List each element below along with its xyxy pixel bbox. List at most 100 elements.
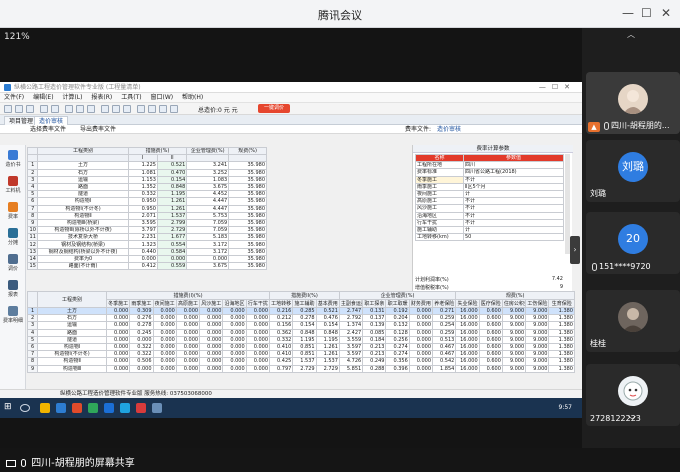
tab-project-management[interactable]: 项目管理 [4,116,39,125]
search-icon[interactable] [101,105,109,113]
print-icon[interactable] [87,105,95,113]
vat-rate-row[interactable]: 增值税税率(%) 9 [415,284,563,291]
settings-icon[interactable] [112,105,120,113]
table-row[interactable]: 1 土方 0.000 0.309 0.000 0.000 0.000 0.000 0.000 0.… [26,306,575,316]
param-row[interactable]: 冬季施工 不计 [415,175,564,184]
app-icon-2[interactable] [88,403,98,413]
param-row[interactable]: 施工辅助计 [415,225,564,235]
table-row[interactable]: 7 构造物Ⅰ(不计冬) 0.000 0.322 0.000 0.000 0.000 0.000… [26,350,575,359]
tab-cost-review[interactable]: 造价审核 [34,116,69,125]
save-icon[interactable] [26,105,34,113]
menu-item[interactable]: 计算(L) [62,94,82,101]
participant-tile[interactable]: ▲ 四川-胡程朋的... [586,72,680,134]
expand-panel-chevron-icon[interactable]: › [570,236,580,264]
table-row[interactable]: 14 费率为0 0.000 0.000 0.000 35.980 [26,254,267,264]
param-row[interactable]: 行车干扰 不计 [415,218,564,227]
table-cell: 0.000 [199,364,224,373]
app-icon-1[interactable] [72,403,82,413]
redo-icon[interactable] [51,105,59,113]
table-row[interactable]: 8 构造物Ⅱ 0.000 0.506 0.000 0.000 0.000 0.000 0.000… [26,357,575,366]
tencent-meeting-icon[interactable] [120,403,130,413]
import-icon[interactable] [170,105,178,113]
table-row[interactable]: 6 构造物Ⅰ 0.000 0.322 0.000 0.000 0.000 0.000 0.000… [26,342,575,352]
app-icon-3[interactable] [104,403,114,413]
chevron-down-icon[interactable]: ﹀ [628,415,636,426]
export-icon[interactable] [159,105,167,113]
table-row[interactable]: 15 路面(不计雨) 0.412 0.559 3.675 35.980 [26,261,267,271]
menu-item[interactable]: 报表(R) [91,94,112,101]
param-row[interactable]: 风沙施工 不计 [415,204,564,213]
profit-rate-row[interactable]: 计划利润率(%) 7.42 [415,276,563,283]
rate-file-name[interactable]: 造价审核 [437,125,461,134]
table-cell: 0.000 [175,342,201,352]
table-row[interactable]: 5 隧道 0.332 1.195 4.452 35.980 [26,190,267,199]
nav-item-cost-book[interactable]: 造价书 [2,150,24,168]
table-row[interactable]: 5 隧道 0.000 0.000 0.000 0.000 0.000 0.000 0.000 0.… [26,335,575,344]
table-row[interactable]: 9 构造物Ⅲ(桥梁) 3.595 2.799 7.059 35.980 [26,218,267,228]
undo-icon[interactable] [40,105,48,113]
minimize-icon[interactable]: — [622,6,634,20]
report-icon[interactable] [76,105,84,113]
nav-item-materials[interactable]: 工料机 [2,176,24,194]
nav-item-allocation[interactable]: 分摊 [2,228,24,246]
nav-item-reports[interactable]: 报表 [2,280,24,298]
table-row[interactable]: 8 构造物Ⅱ 2.071 1.537 5.753 35.980 [26,211,267,220]
nav-item-rate-details[interactable]: 费率明细 [2,306,24,324]
table-row[interactable]: 7 构造物Ⅰ(不计冬) 0.950 1.261 4.447 35.980 [26,204,267,213]
participant-tile[interactable]: 20 151****9720 [586,212,680,274]
table-row[interactable]: 3 运输 1.153 0.154 1.083 35.980 [26,175,267,184]
browser-icon[interactable] [56,403,66,413]
nav-item-rates[interactable]: 费率 [2,202,24,220]
select-rate-file-button[interactable]: 选择费率文件 [30,125,66,134]
auto-adjust-button[interactable]: 一键调价 [258,104,290,113]
file-explorer-icon[interactable] [40,403,50,413]
table-row[interactable]: 11 技术复杂大桥 2.231 1.677 5.183 35.980 [26,233,267,242]
table-row[interactable]: 10 构造物Ⅲ(除桥以外不计夜) 3.797 2.729 7.059 35.980 [26,226,267,235]
menu-item[interactable]: 文件(F) [4,94,24,101]
table-row[interactable]: 3 运输 0.000 0.278 0.000 0.000 0.000 0.000 0.000 0.… [26,321,575,330]
chart-icon[interactable] [148,105,156,113]
menu-item[interactable]: 编辑(E) [33,94,53,101]
close-icon[interactable]: ✕ [661,6,671,20]
app-window-controls[interactable]: —☐✕ [539,82,576,93]
taskbar-search-icon[interactable] [20,404,30,412]
table-row[interactable]: 4 路面 1.352 0.848 3.675 35.980 [26,182,267,192]
windows-start-icon[interactable]: ⊞ [4,402,14,412]
menu-item[interactable]: 窗口(W) [150,94,173,101]
table-cell: 0.584 [156,247,188,256]
app-icon-4[interactable] [136,403,146,413]
table-row[interactable]: 6 构造物Ⅰ 0.950 1.261 4.447 35.980 [26,197,267,206]
menu-item[interactable]: 帮助(H) [182,94,203,101]
param-row[interactable]: 高原施工 不计 [415,197,564,206]
participant-tile[interactable]: 桂桂 [586,290,680,352]
table-row[interactable]: 13 钢材及钢结构(桥梁以外不计夜) 0.440 0.584 3.172 35.980 [26,247,267,256]
participant-tile[interactable]: 2728122223 ﹀ [586,364,680,426]
maximize-icon[interactable]: ☐ [641,6,652,20]
table-row[interactable]: 4 路面 0.000 0.245 0.000 0.000 0.000 0.000 0.000 0.… [26,328,575,337]
param-row[interactable]: 雨季施工 Ⅱ区5个月 [415,182,564,191]
participant-name: 刘璐 [590,189,606,198]
nav-item-adjust[interactable]: 调价 [2,254,24,272]
new-file-icon[interactable] [4,105,12,113]
table-row[interactable]: 9 构造物Ⅲ 0.000 0.000 0.000 0.000 0.000 0.000 0.000… [26,364,575,373]
table-cell: 1.083 [186,175,230,184]
param-row[interactable]: 费率标准 四川省公路工程(2018) [415,168,564,177]
table-row[interactable]: 1 土方 1.225 0.521 3.241 35.980 [26,161,267,170]
grid-icon[interactable] [137,105,145,113]
chevron-up-icon[interactable]: ︿ [622,30,640,40]
participant-tile[interactable]: 刘璐 刘璐 [586,140,680,202]
table-row[interactable]: 2 石方 1.081 0.470 3.252 35.980 [26,168,267,177]
calculate-icon[interactable] [65,105,73,113]
param-row[interactable]: 工地转移(km) 50 [415,233,564,242]
table-row[interactable]: 2 石方 0.000 0.276 0.000 0.000 0.000 0.000 0.000 0.… [26,314,575,323]
param-row[interactable]: 夜间施工计 [415,189,564,199]
open-folder-icon[interactable] [15,105,23,113]
table-cell: 0.000 [175,321,201,330]
app-icon-5[interactable] [152,403,162,413]
param-row[interactable]: 沿海地区 不计 [415,211,564,220]
param-row[interactable]: 工程所在地 四川 [415,161,564,170]
table-row[interactable]: 12 钢材及钢结构(桥梁) 1.323 0.554 3.172 35.980 [26,240,267,249]
export-rate-file-button[interactable]: 导出费率文件 [80,125,116,134]
help-icon[interactable] [123,105,131,113]
menu-item[interactable]: 工具(T) [121,94,141,101]
